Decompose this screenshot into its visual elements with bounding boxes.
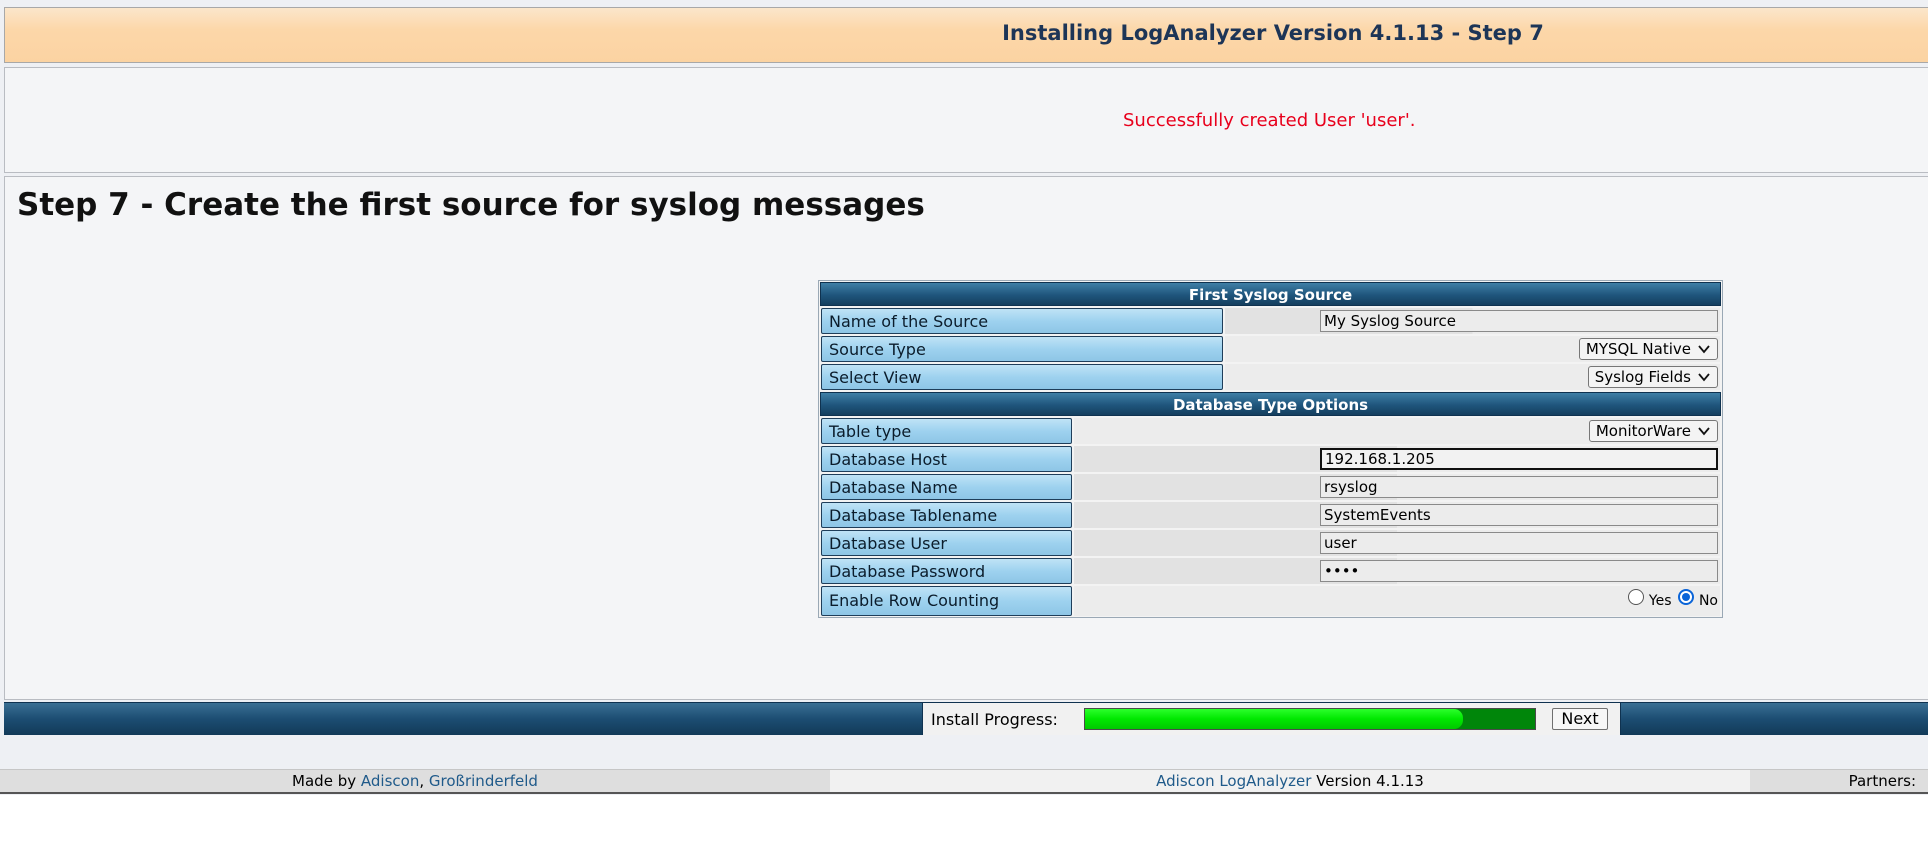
message-panel: Successfully created User 'user'.	[4, 67, 1928, 173]
syslog-source-form: First Syslog Source Name of the Source S…	[818, 280, 1723, 618]
chevron-down-icon	[1698, 427, 1710, 436]
row-counting-yes-radio[interactable]	[1627, 589, 1644, 605]
row-counting-no-label: No	[1698, 593, 1718, 609]
row-counting-label: Enable Row Counting	[821, 586, 1072, 616]
db-user-label: Database User	[821, 530, 1072, 556]
footer-credits: Made by Adiscon, Großrinderfeld	[0, 770, 830, 792]
db-tablename-input[interactable]	[1320, 504, 1718, 526]
install-progress-label: Install Progress:	[931, 710, 1058, 729]
form-row-select-view: Select View Syslog Fields	[820, 364, 1721, 390]
field-cell	[1074, 446, 1720, 472]
form-row-db-user: Database User	[820, 530, 1721, 556]
field-cell	[1074, 558, 1720, 584]
content-panel: Step 7 - Create the first source for sys…	[4, 176, 1928, 700]
footer-partners: Partners:	[1848, 772, 1916, 790]
form-row-source-name: Name of the Source	[820, 308, 1721, 334]
table-type-label: Table type	[821, 418, 1072, 444]
form-row-db-tablename: Database Tablename	[820, 502, 1721, 528]
footer-made-by: Made by	[292, 772, 357, 790]
form-row-db-name: Database Name	[820, 474, 1721, 500]
db-tablename-label: Database Tablename	[821, 502, 1072, 528]
install-progress-bar: Install Progress: Next	[4, 702, 1928, 735]
field-cell	[1074, 530, 1720, 556]
source-name-input[interactable]	[1320, 310, 1718, 332]
field-cell	[1074, 502, 1720, 528]
page-title: Step 7 - Create the first source for sys…	[17, 187, 925, 223]
db-password-label: Database Password	[821, 558, 1072, 584]
row-counting-no-radio[interactable]	[1677, 589, 1694, 605]
form-row-db-host: Database Host	[820, 446, 1721, 472]
footer-separator: ,	[419, 772, 425, 790]
db-name-label: Database Name	[821, 474, 1072, 500]
section-header-first-source: First Syslog Source	[820, 282, 1721, 306]
field-cell: MonitorWare	[1074, 418, 1720, 444]
source-type-select[interactable]: MYSQL Native	[1578, 338, 1718, 360]
source-type-selected: MYSQL Native	[1585, 340, 1691, 358]
table-type-selected: MonitorWare	[1595, 422, 1691, 440]
source-type-label: Source Type	[821, 336, 1223, 362]
header-title: Installing LogAnalyzer Version 4.1.13 - …	[1002, 21, 1544, 45]
source-name-label: Name of the Source	[821, 308, 1223, 334]
row-counting-radio-group: Yes No	[1627, 589, 1720, 609]
chevron-down-icon	[1698, 345, 1710, 354]
progress-fill	[1085, 709, 1463, 729]
select-view-selected: Syslog Fields	[1594, 368, 1691, 386]
install-header: Installing LogAnalyzer Version 4.1.13 - …	[4, 7, 1928, 63]
next-button[interactable]: Next	[1552, 708, 1608, 730]
adiscon-link[interactable]: Adiscon	[361, 772, 419, 790]
select-view-label: Select View	[821, 364, 1223, 390]
field-cell: Yes No	[1074, 586, 1720, 616]
form-row-table-type: Table type MonitorWare	[820, 418, 1721, 444]
field-cell	[1225, 308, 1720, 334]
select-view-select[interactable]: Syslog Fields	[1587, 366, 1718, 388]
chevron-down-icon	[1698, 373, 1710, 382]
progress-cell: Install Progress: Next	[922, 703, 1621, 735]
db-name-input[interactable]	[1320, 476, 1718, 498]
table-type-select[interactable]: MonitorWare	[1588, 420, 1718, 442]
field-cell	[1074, 474, 1720, 500]
db-user-input[interactable]	[1320, 532, 1718, 554]
footer: Made by Adiscon, Großrinderfeld Adiscon …	[0, 769, 1928, 794]
form-row-row-counting: Enable Row Counting Yes No	[820, 586, 1721, 616]
success-message: Successfully created User 'user'.	[1123, 110, 1416, 131]
db-host-input[interactable]	[1320, 448, 1718, 470]
row-counting-yes-label: Yes	[1648, 593, 1672, 609]
location-link[interactable]: Großrinderfeld	[429, 772, 538, 790]
db-password-input[interactable]	[1320, 560, 1718, 582]
progress-track	[1084, 708, 1536, 730]
product-link[interactable]: Adiscon LogAnalyzer	[1156, 772, 1311, 790]
form-row-source-type: Source Type MYSQL Native	[820, 336, 1721, 362]
field-cell: Syslog Fields	[1225, 364, 1720, 390]
form-row-db-password: Database Password	[820, 558, 1721, 584]
section-header-database-options: Database Type Options	[820, 392, 1721, 416]
field-cell: MYSQL Native	[1225, 336, 1720, 362]
footer-version: Version 4.1.13	[1316, 772, 1424, 790]
footer-product: Adiscon LogAnalyzer Version 4.1.13	[830, 770, 1750, 792]
db-host-label: Database Host	[821, 446, 1072, 472]
